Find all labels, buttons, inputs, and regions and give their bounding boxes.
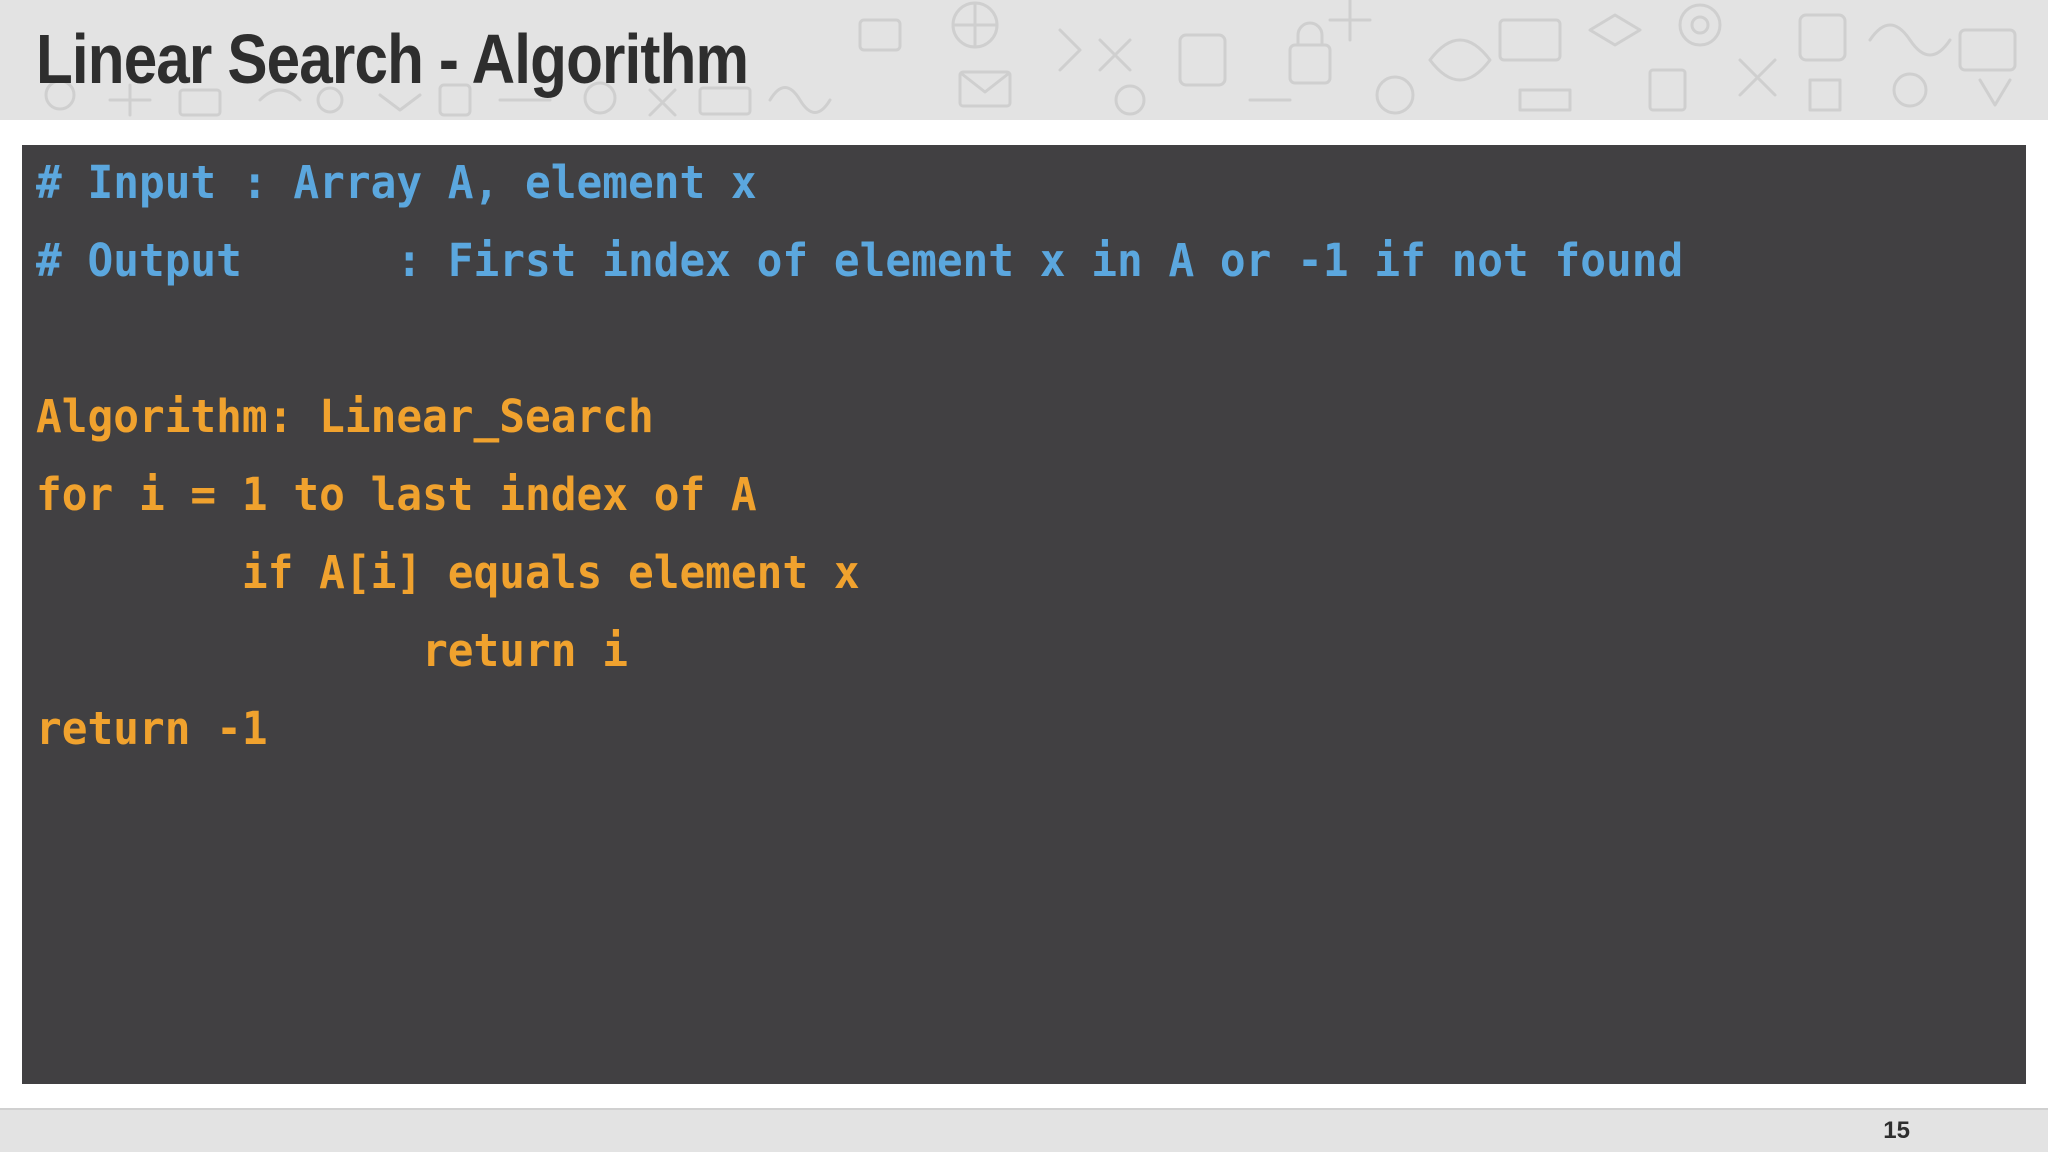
code-line-output-comment: # Output : First index of element x in A… [36,234,1684,287]
code-line-input-comment: # Input : Array A, element x [36,156,757,209]
slide-header: Linear Search - Algorithm [0,0,2048,120]
slide: Linear Search - Algorithm # Input : Arra… [0,0,2048,1152]
slide-title: Linear Search - Algorithm [36,20,749,98]
page-number: 15 [1883,1117,1910,1144]
code-line-return-minus-one: return -1 [36,702,268,755]
slide-footer: 15 [0,1108,2048,1152]
code-line-for-loop: for i = 1 to last index of A [36,468,757,521]
code-line-return-i: return i [36,624,628,677]
code-line-if-condition: if A[i] equals element x [36,546,860,599]
code-block: # Input : Array A, element x # Output : … [22,145,2026,1084]
code-line-algorithm-name: Algorithm: Linear_Search [36,390,654,443]
